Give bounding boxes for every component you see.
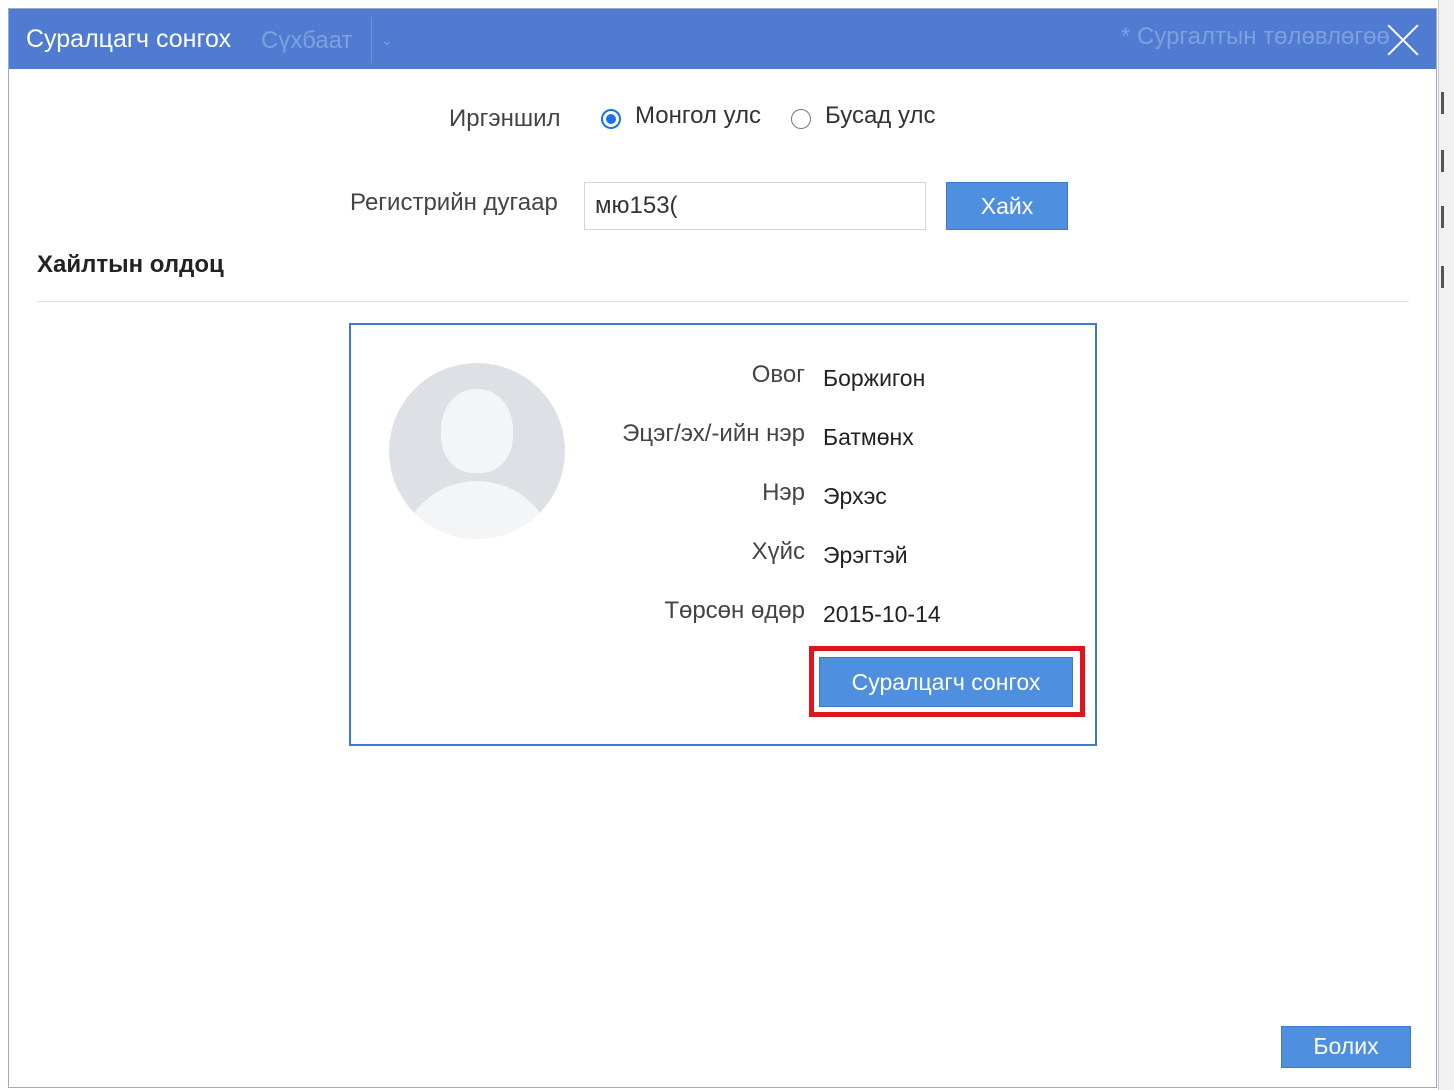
close-icon[interactable] (1385, 21, 1421, 57)
field-value-birthdate: 2015-10-14 (823, 601, 941, 627)
page-edge (0, 0, 8, 1090)
radio-other-country-label[interactable]: Бусад улс (825, 102, 935, 130)
field-label-surname: Овог (751, 361, 805, 388)
strip-mark (1441, 266, 1444, 288)
field-label-gender: Хүйс (751, 538, 805, 565)
dialog-titlebar: Сүхбаат ⌄ * Сургалтын төлөвлөгөө Суралца… (9, 9, 1436, 69)
radio-mongolia-label[interactable]: Монгол улс (635, 102, 761, 130)
register-label: Регистрийн дугаар (350, 189, 558, 216)
radio-other-country[interactable] (791, 109, 811, 129)
background-page-strip (1438, 0, 1454, 1090)
background-ghost-text: Сүхбаат (261, 27, 353, 54)
field-label-name: Нэр (762, 479, 805, 506)
section-divider (37, 301, 1409, 302)
field-label-parent-name: Эцэг/эх/-ийн нэр (622, 420, 805, 447)
student-result-card: Овог Боржигон Эцэг/эх/-ийн нэр Батмөнх Н… (349, 323, 1097, 746)
cancel-button[interactable]: Болих (1281, 1026, 1411, 1068)
background-ghost-text: * Сургалтын төлөвлөгөө (1121, 23, 1390, 50)
radio-mongolia[interactable] (601, 109, 621, 129)
background-ghost-caret-icon: ⌄ (371, 17, 402, 63)
field-value-surname: Боржигон (823, 365, 926, 391)
search-results-title: Хайлтын олдоц (37, 251, 224, 278)
avatar-head (441, 389, 513, 473)
select-student-button[interactable]: Суралцагч сонгох (819, 657, 1073, 707)
strip-mark (1441, 150, 1444, 172)
citizenship-label: Иргэншил (449, 105, 561, 132)
dialog-title: Суралцагч сонгох (26, 25, 232, 53)
field-label-birthdate: Төрсөн өдөр (664, 597, 805, 624)
field-value-name: Эрхэс (823, 483, 887, 509)
strip-mark (1441, 92, 1444, 114)
avatar-body (399, 481, 555, 539)
register-number-input[interactable] (584, 182, 926, 230)
search-button[interactable]: Хайх (946, 182, 1068, 230)
user-avatar-icon (389, 363, 565, 539)
select-student-dialog: Сүхбаат ⌄ * Сургалтын төлөвлөгөө Суралца… (8, 8, 1437, 1088)
strip-mark (1441, 206, 1444, 228)
field-value-parent-name: Батмөнх (823, 424, 914, 450)
field-value-gender: Эрэгтэй (823, 542, 908, 568)
